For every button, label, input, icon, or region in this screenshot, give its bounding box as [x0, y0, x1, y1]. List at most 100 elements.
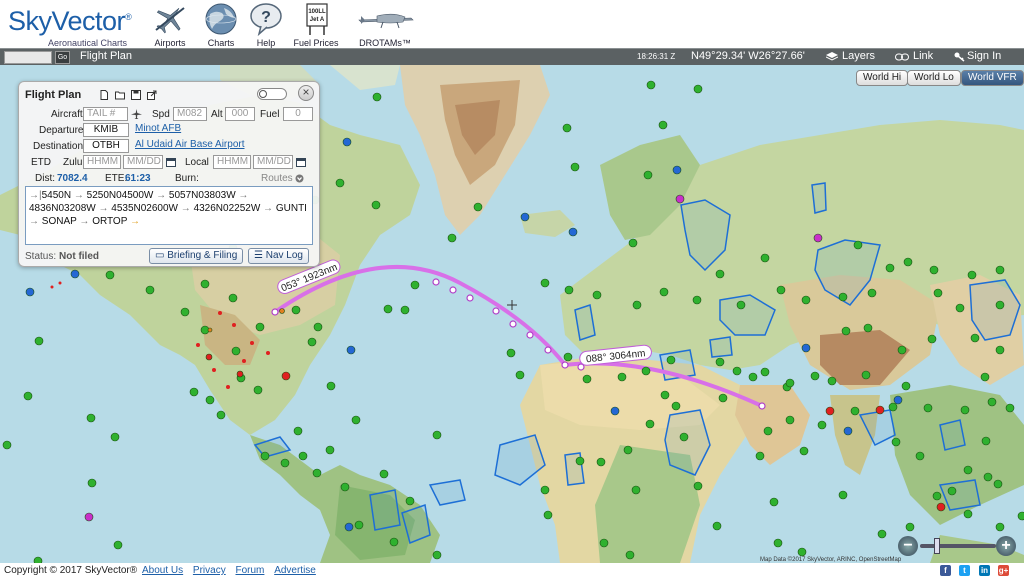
route-waypoint[interactable]: 5250N04500W: [87, 190, 154, 201]
route-waypoint[interactable]: ORTOP: [92, 216, 127, 227]
briefing-filing-button[interactable]: ▭ Briefing & Filing: [149, 248, 244, 264]
nav-fuel-prices[interactable]: 100LL Jet A Fuel Prices: [288, 2, 344, 48]
zoom-control: − +: [898, 536, 1016, 556]
briefing-filing-label: Briefing & Filing: [167, 250, 238, 261]
fuel-sign-line2: Jet A: [310, 17, 325, 23]
cursor-coordinates: N49°29.34' W26°27.66': [691, 50, 805, 62]
destination-airport-link[interactable]: Al Udaid Air Base Airport: [135, 139, 245, 150]
altitude-label: Alt: [211, 109, 223, 120]
svg-text:?: ?: [261, 9, 271, 26]
sign-in-button[interactable]: Sign In: [967, 50, 1001, 62]
route-arrow: →: [71, 190, 87, 201]
map-view[interactable]: 053° 1923nm 088° 3064nm Map Data ©2017 S…: [0, 65, 1024, 563]
route-arrow: →: [235, 190, 249, 201]
crosshair-icon: [507, 300, 517, 310]
speed-label: Spd: [152, 109, 170, 120]
advertise-link[interactable]: Advertise: [274, 565, 316, 576]
nav-drotams[interactable]: DROTAMs™: [350, 2, 420, 48]
link-button[interactable]: Link: [913, 50, 933, 62]
flight-plan-panel: Flight Plan × Aircraft TAIL # Spd M082 A…: [18, 81, 320, 267]
nav-log-label: Nav Log: [265, 250, 303, 261]
zoom-slider-track[interactable]: [920, 544, 996, 548]
route-arrow: →: [127, 216, 140, 227]
google-plus-icon[interactable]: g+: [998, 565, 1009, 576]
share-icon[interactable]: [147, 90, 157, 100]
departure-input[interactable]: KMIB: [83, 123, 129, 137]
destination-label: Destination: [33, 141, 84, 152]
tail-number-input[interactable]: TAIL #: [83, 107, 128, 121]
route-waypoint[interactable]: 4836N03208W: [29, 203, 96, 214]
route-textarea[interactable]: →|5450N → 5250N04500W → 5057N03803W → 48…: [25, 186, 313, 245]
twitter-icon[interactable]: t: [959, 565, 970, 576]
routes-dropdown[interactable]: Routes: [261, 173, 293, 184]
airplane-icon[interactable]: [131, 109, 142, 119]
route-waypoint[interactable]: 4326N02252W: [194, 203, 261, 214]
close-button[interactable]: ×: [298, 85, 314, 101]
open-folder-icon[interactable]: [115, 90, 125, 100]
drone-icon: [358, 13, 414, 29]
nav-label: Help: [256, 38, 276, 48]
zulu-time-input[interactable]: HHMM: [83, 155, 121, 169]
zoom-out-button[interactable]: −: [898, 536, 918, 556]
chevron-down-icon[interactable]: [295, 174, 304, 183]
go-button[interactable]: Go: [55, 51, 70, 64]
nav-help[interactable]: ? Help: [238, 2, 294, 48]
calendar-icon[interactable]: [296, 157, 306, 167]
privacy-link[interactable]: Privacy: [193, 565, 226, 576]
route-waypoint[interactable]: 4535N02600W: [111, 203, 178, 214]
toolbar: Go Flight Plan 18:26:31 Z N49°29.34' W26…: [0, 48, 1024, 65]
save-icon[interactable]: [131, 90, 141, 100]
fuel-input[interactable]: 0: [283, 107, 313, 121]
footer: Copyright © 2017 SkyVector® About Us Pri…: [0, 563, 1024, 578]
layers-button[interactable]: Layers: [842, 50, 875, 62]
forum-link[interactable]: Forum: [236, 565, 265, 576]
skyvector-logo[interactable]: SkyVector® Aeronautical Charts: [8, 6, 132, 48]
zoom-slider-thumb[interactable]: [934, 538, 940, 554]
zulu-label: Zulu: [63, 157, 83, 168]
destination-input[interactable]: OTBH: [83, 139, 129, 153]
altitude-input[interactable]: 000: [225, 107, 255, 121]
departure-airport-link[interactable]: Minot AFB: [135, 123, 181, 134]
fp-toggle-switch[interactable]: [257, 88, 287, 100]
route-arrow: →: [260, 203, 276, 214]
search-input[interactable]: [4, 51, 52, 64]
route-waypoint[interactable]: GUNTI: [276, 203, 307, 214]
new-file-icon[interactable]: [99, 90, 109, 100]
zulu-date-input[interactable]: MM/DD: [123, 155, 163, 169]
facebook-icon[interactable]: f: [940, 565, 951, 576]
distance-label: Dist:: [35, 173, 55, 184]
nav-label: DROTAMs™: [359, 38, 411, 48]
linkedin-icon[interactable]: in: [979, 565, 990, 576]
ete-value: 61:23: [125, 173, 151, 184]
nav-label: Airports: [154, 38, 186, 48]
world-lo-button[interactable]: World Lo: [907, 70, 961, 86]
nav-airports[interactable]: Airports: [142, 2, 198, 48]
status-value: Not filed: [59, 251, 99, 262]
list-icon: ☰: [254, 250, 263, 261]
layers-icon: [826, 52, 838, 61]
route-arrow: →: [178, 203, 194, 214]
nav-log-button[interactable]: ☰ Nav Log: [248, 248, 309, 264]
logo-tagline: Aeronautical Charts: [48, 38, 128, 48]
zoom-in-button[interactable]: +: [996, 536, 1016, 556]
route-arrow: →: [76, 216, 93, 227]
route-waypoint[interactable]: 5450N: [42, 190, 71, 201]
route-waypoint[interactable]: SONAP: [42, 216, 77, 227]
flight-plan-title: Flight Plan: [25, 89, 82, 101]
speed-input[interactable]: M082: [173, 107, 207, 121]
local-time-input[interactable]: HHMM: [213, 155, 251, 169]
calendar-icon[interactable]: [166, 157, 176, 167]
logo-name: SkyVector: [8, 6, 126, 36]
fuel-sign-line1: 100LL: [308, 9, 326, 15]
flight-plan-toggle[interactable]: Flight Plan: [80, 50, 132, 62]
top-bar: SkyVector® Aeronautical Charts Airports …: [0, 0, 1024, 48]
route-waypoint[interactable]: 5057N03803W: [169, 190, 236, 201]
help-bubble-icon: ?: [250, 3, 282, 37]
world-vfr-button[interactable]: World VFR: [961, 70, 1024, 86]
world-hi-button[interactable]: World Hi: [856, 70, 909, 86]
local-date-input[interactable]: MM/DD: [253, 155, 293, 169]
nav-label: Fuel Prices: [293, 38, 339, 48]
ete-label: ETE:: [105, 173, 128, 184]
about-us-link[interactable]: About Us: [142, 565, 183, 576]
status-label: Status:: [25, 251, 57, 262]
